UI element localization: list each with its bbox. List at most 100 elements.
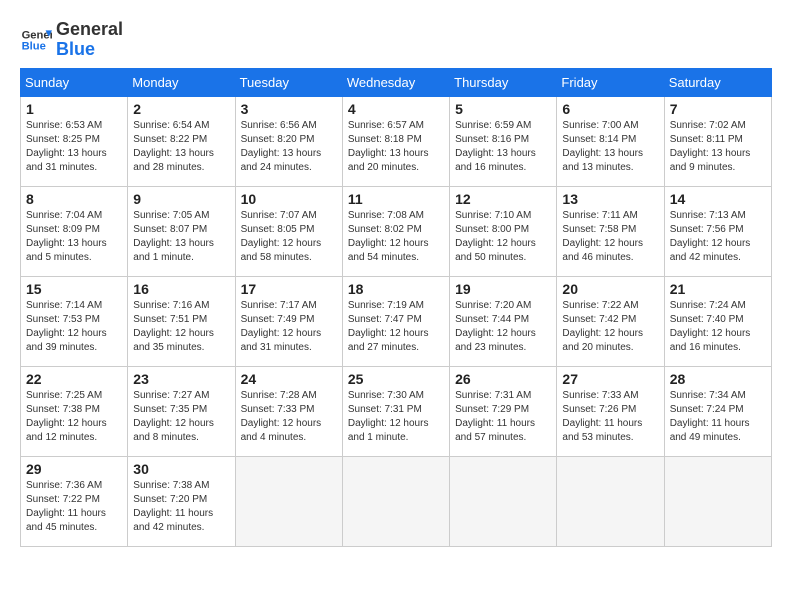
day-cell-22: 22 Sunrise: 7:25 AMSunset: 7:38 PMDaylig… xyxy=(21,366,128,456)
day-cell-3: 3 Sunrise: 6:56 AMSunset: 8:20 PMDayligh… xyxy=(235,96,342,186)
header-saturday: Saturday xyxy=(664,68,771,96)
week-row-3: 15 Sunrise: 7:14 AMSunset: 7:53 PMDaylig… xyxy=(21,276,772,366)
weekday-header-row: Sunday Monday Tuesday Wednesday Thursday… xyxy=(21,68,772,96)
day-number: 24 xyxy=(241,371,337,387)
day-info: Sunrise: 7:00 AMSunset: 8:14 PMDaylight:… xyxy=(562,119,658,175)
day-info: Sunrise: 7:20 AMSunset: 7:44 PMDaylight:… xyxy=(455,299,551,355)
day-info: Sunrise: 7:13 AMSunset: 7:56 PMDaylight:… xyxy=(670,209,766,265)
day-number: 22 xyxy=(26,371,122,387)
day-cell-12: 12 Sunrise: 7:10 AMSunset: 8:00 PMDaylig… xyxy=(450,186,557,276)
day-info: Sunrise: 7:02 AMSunset: 8:11 PMDaylight:… xyxy=(670,119,766,175)
header-sunday: Sunday xyxy=(21,68,128,96)
day-number: 23 xyxy=(133,371,229,387)
day-info: Sunrise: 7:34 AMSunset: 7:24 PMDaylight:… xyxy=(670,389,766,445)
empty-cell xyxy=(235,456,342,546)
day-info: Sunrise: 6:53 AMSunset: 8:25 PMDaylight:… xyxy=(26,119,122,175)
day-number: 14 xyxy=(670,191,766,207)
day-info: Sunrise: 7:22 AMSunset: 7:42 PMDaylight:… xyxy=(562,299,658,355)
header-friday: Friday xyxy=(557,68,664,96)
day-info: Sunrise: 6:56 AMSunset: 8:20 PMDaylight:… xyxy=(241,119,337,175)
day-cell-18: 18 Sunrise: 7:19 AMSunset: 7:47 PMDaylig… xyxy=(342,276,449,366)
day-info: Sunrise: 7:27 AMSunset: 7:35 PMDaylight:… xyxy=(133,389,229,445)
header-wednesday: Wednesday xyxy=(342,68,449,96)
day-info: Sunrise: 6:59 AMSunset: 8:16 PMDaylight:… xyxy=(455,119,551,175)
logo: General Blue GeneralBlue xyxy=(20,20,123,60)
day-info: Sunrise: 7:16 AMSunset: 7:51 PMDaylight:… xyxy=(133,299,229,355)
day-info: Sunrise: 7:07 AMSunset: 8:05 PMDaylight:… xyxy=(241,209,337,265)
day-info: Sunrise: 7:36 AMSunset: 7:22 PMDaylight:… xyxy=(26,479,122,535)
day-number: 8 xyxy=(26,191,122,207)
day-cell-24: 24 Sunrise: 7:28 AMSunset: 7:33 PMDaylig… xyxy=(235,366,342,456)
day-cell-14: 14 Sunrise: 7:13 AMSunset: 7:56 PMDaylig… xyxy=(664,186,771,276)
day-info: Sunrise: 7:17 AMSunset: 7:49 PMDaylight:… xyxy=(241,299,337,355)
day-number: 16 xyxy=(133,281,229,297)
day-cell-13: 13 Sunrise: 7:11 AMSunset: 7:58 PMDaylig… xyxy=(557,186,664,276)
page-header: General Blue GeneralBlue xyxy=(20,20,772,60)
day-number: 20 xyxy=(562,281,658,297)
day-cell-11: 11 Sunrise: 7:08 AMSunset: 8:02 PMDaylig… xyxy=(342,186,449,276)
day-number: 29 xyxy=(26,461,122,477)
day-cell-1: 1 Sunrise: 6:53 AMSunset: 8:25 PMDayligh… xyxy=(21,96,128,186)
day-info: Sunrise: 7:33 AMSunset: 7:26 PMDaylight:… xyxy=(562,389,658,445)
day-cell-9: 9 Sunrise: 7:05 AMSunset: 8:07 PMDayligh… xyxy=(128,186,235,276)
day-number: 13 xyxy=(562,191,658,207)
day-number: 7 xyxy=(670,101,766,117)
day-info: Sunrise: 7:28 AMSunset: 7:33 PMDaylight:… xyxy=(241,389,337,445)
day-number: 5 xyxy=(455,101,551,117)
day-cell-26: 26 Sunrise: 7:31 AMSunset: 7:29 PMDaylig… xyxy=(450,366,557,456)
day-cell-8: 8 Sunrise: 7:04 AMSunset: 8:09 PMDayligh… xyxy=(21,186,128,276)
day-cell-19: 19 Sunrise: 7:20 AMSunset: 7:44 PMDaylig… xyxy=(450,276,557,366)
day-cell-7: 7 Sunrise: 7:02 AMSunset: 8:11 PMDayligh… xyxy=(664,96,771,186)
day-number: 27 xyxy=(562,371,658,387)
day-cell-15: 15 Sunrise: 7:14 AMSunset: 7:53 PMDaylig… xyxy=(21,276,128,366)
day-cell-4: 4 Sunrise: 6:57 AMSunset: 8:18 PMDayligh… xyxy=(342,96,449,186)
day-info: Sunrise: 7:31 AMSunset: 7:29 PMDaylight:… xyxy=(455,389,551,445)
calendar-table: Sunday Monday Tuesday Wednesday Thursday… xyxy=(20,68,772,547)
day-number: 21 xyxy=(670,281,766,297)
week-row-5: 29 Sunrise: 7:36 AMSunset: 7:22 PMDaylig… xyxy=(21,456,772,546)
day-number: 25 xyxy=(348,371,444,387)
day-number: 10 xyxy=(241,191,337,207)
day-info: Sunrise: 7:05 AMSunset: 8:07 PMDaylight:… xyxy=(133,209,229,265)
day-cell-10: 10 Sunrise: 7:07 AMSunset: 8:05 PMDaylig… xyxy=(235,186,342,276)
day-info: Sunrise: 6:54 AMSunset: 8:22 PMDaylight:… xyxy=(133,119,229,175)
day-cell-5: 5 Sunrise: 6:59 AMSunset: 8:16 PMDayligh… xyxy=(450,96,557,186)
week-row-2: 8 Sunrise: 7:04 AMSunset: 8:09 PMDayligh… xyxy=(21,186,772,276)
day-cell-23: 23 Sunrise: 7:27 AMSunset: 7:35 PMDaylig… xyxy=(128,366,235,456)
day-info: Sunrise: 7:14 AMSunset: 7:53 PMDaylight:… xyxy=(26,299,122,355)
day-cell-17: 17 Sunrise: 7:17 AMSunset: 7:49 PMDaylig… xyxy=(235,276,342,366)
day-number: 6 xyxy=(562,101,658,117)
day-info: Sunrise: 7:24 AMSunset: 7:40 PMDaylight:… xyxy=(670,299,766,355)
day-info: Sunrise: 7:30 AMSunset: 7:31 PMDaylight:… xyxy=(348,389,444,445)
day-cell-16: 16 Sunrise: 7:16 AMSunset: 7:51 PMDaylig… xyxy=(128,276,235,366)
header-thursday: Thursday xyxy=(450,68,557,96)
day-cell-29: 29 Sunrise: 7:36 AMSunset: 7:22 PMDaylig… xyxy=(21,456,128,546)
day-number: 4 xyxy=(348,101,444,117)
empty-cell xyxy=(557,456,664,546)
empty-cell xyxy=(664,456,771,546)
day-info: Sunrise: 7:08 AMSunset: 8:02 PMDaylight:… xyxy=(348,209,444,265)
day-info: Sunrise: 7:11 AMSunset: 7:58 PMDaylight:… xyxy=(562,209,658,265)
day-cell-6: 6 Sunrise: 7:00 AMSunset: 8:14 PMDayligh… xyxy=(557,96,664,186)
day-cell-27: 27 Sunrise: 7:33 AMSunset: 7:26 PMDaylig… xyxy=(557,366,664,456)
day-cell-30: 30 Sunrise: 7:38 AMSunset: 7:20 PMDaylig… xyxy=(128,456,235,546)
empty-cell xyxy=(450,456,557,546)
day-cell-2: 2 Sunrise: 6:54 AMSunset: 8:22 PMDayligh… xyxy=(128,96,235,186)
day-number: 2 xyxy=(133,101,229,117)
day-number: 11 xyxy=(348,191,444,207)
day-cell-20: 20 Sunrise: 7:22 AMSunset: 7:42 PMDaylig… xyxy=(557,276,664,366)
day-info: Sunrise: 7:04 AMSunset: 8:09 PMDaylight:… xyxy=(26,209,122,265)
day-number: 17 xyxy=(241,281,337,297)
day-number: 30 xyxy=(133,461,229,477)
day-cell-21: 21 Sunrise: 7:24 AMSunset: 7:40 PMDaylig… xyxy=(664,276,771,366)
day-number: 3 xyxy=(241,101,337,117)
day-number: 18 xyxy=(348,281,444,297)
day-info: Sunrise: 7:25 AMSunset: 7:38 PMDaylight:… xyxy=(26,389,122,445)
day-number: 19 xyxy=(455,281,551,297)
day-info: Sunrise: 7:10 AMSunset: 8:00 PMDaylight:… xyxy=(455,209,551,265)
day-cell-28: 28 Sunrise: 7:34 AMSunset: 7:24 PMDaylig… xyxy=(664,366,771,456)
logo-icon: General Blue xyxy=(20,24,52,56)
day-number: 9 xyxy=(133,191,229,207)
week-row-1: 1 Sunrise: 6:53 AMSunset: 8:25 PMDayligh… xyxy=(21,96,772,186)
week-row-4: 22 Sunrise: 7:25 AMSunset: 7:38 PMDaylig… xyxy=(21,366,772,456)
